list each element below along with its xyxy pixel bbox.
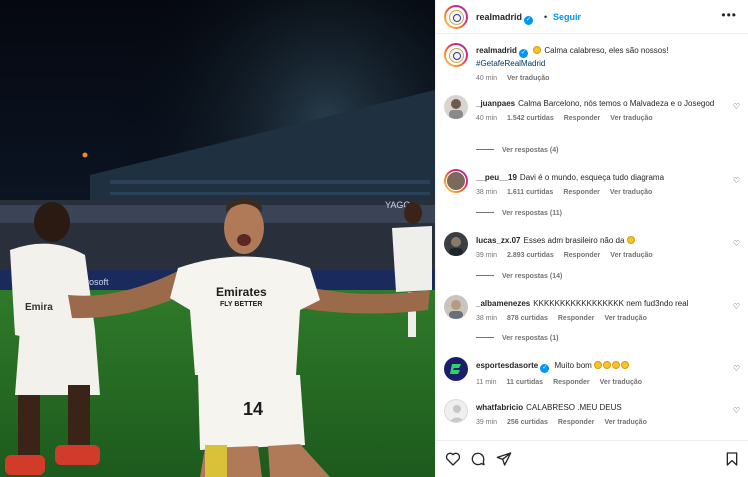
comment-text: Esses adm brasileiro não da xyxy=(523,236,625,245)
comment-likes[interactable]: 256 curtidas xyxy=(507,419,548,426)
comment-username[interactable]: esportesdasorte ✓ xyxy=(476,361,550,373)
comment-like-icon[interactable]: ♡ xyxy=(733,406,740,415)
commenter-avatar[interactable] xyxy=(444,399,468,423)
comment-likes[interactable]: 878 curtidas xyxy=(507,315,548,322)
author-avatar[interactable] xyxy=(444,5,468,29)
translate-link[interactable]: Ver tradução xyxy=(604,315,646,322)
comment-like-icon[interactable]: ♡ xyxy=(733,302,740,311)
comment-text: KKKKKKKKKKKKKKKKK nem fud3ndo real xyxy=(533,299,689,308)
caption-username[interactable]: realmadrid ✓ xyxy=(476,46,528,58)
comment-time: 40 min xyxy=(476,115,498,122)
view-replies-button[interactable]: Ver respostas (4) xyxy=(476,147,558,154)
translate-link[interactable]: Ver tradução xyxy=(610,252,652,259)
left-player-sponsor: Emira xyxy=(25,302,53,313)
reply-button[interactable]: Responder xyxy=(564,252,601,259)
comment-username[interactable]: whatfabricio xyxy=(476,403,523,412)
verified-badge-icon: ✓ xyxy=(540,364,550,373)
translate-link[interactable]: Ver tradução xyxy=(610,189,652,196)
replies-line xyxy=(476,275,494,276)
caption-hashtag[interactable]: #GetafeRealMadrid xyxy=(476,59,545,68)
view-replies-button[interactable]: Ver respostas (11) xyxy=(476,210,562,217)
comment-text: Muito bom xyxy=(554,361,592,370)
reply-button[interactable]: Responder xyxy=(558,315,595,322)
comment-text: Calma Barcelono, nós temos o Malvadeza e… xyxy=(518,99,715,108)
comment-likes[interactable]: 11 curtidas xyxy=(507,379,544,386)
replies-line xyxy=(476,337,494,338)
shirt-sponsor-tagline: FLY BETTER xyxy=(220,301,262,308)
heart-icon[interactable] xyxy=(445,451,461,467)
more-options-icon[interactable]: ••• xyxy=(721,8,737,22)
laughing-emoji-icon xyxy=(621,361,630,369)
caption-time: 40 min xyxy=(476,75,498,82)
comment-text: CALABRESO .MEU DEUS xyxy=(526,403,622,412)
laughing-emoji-icon xyxy=(626,236,635,244)
verified-badge-icon: ✓ xyxy=(518,49,528,58)
translate-link[interactable]: Ver tradução xyxy=(600,379,642,386)
shirt-sponsor: Emirates xyxy=(216,285,267,299)
translate-link[interactable]: Ver tradução xyxy=(610,115,652,122)
laughing-emoji-icon xyxy=(612,361,621,369)
comment-likes[interactable]: 1.611 curtidas xyxy=(507,189,553,196)
club-crest-icon xyxy=(448,47,464,63)
commenter-avatar[interactable] xyxy=(444,357,468,381)
smile-emoji-icon xyxy=(533,46,542,54)
comment-likes[interactable]: 1.542 curtidas xyxy=(507,115,554,122)
comment-text: Davi é o mundo, esqueça tudo diagrama xyxy=(519,173,665,182)
shorts-number: 14 xyxy=(243,399,263,419)
comment-icon[interactable] xyxy=(470,451,486,467)
commenter-avatar[interactable] xyxy=(444,295,468,319)
author-username[interactable]: realmadrid ✓ xyxy=(476,12,534,25)
comment-username[interactable]: _juanpaes xyxy=(476,99,515,108)
follow-button[interactable]: Seguir xyxy=(553,12,581,22)
verified-badge-icon: ✓ xyxy=(524,16,534,25)
reply-button[interactable]: Responder xyxy=(558,419,595,426)
laughing-emoji-icon xyxy=(603,361,612,369)
comment-time: 38 min xyxy=(476,315,498,322)
comment-like-icon[interactable]: ♡ xyxy=(733,102,740,111)
commenter-avatar[interactable] xyxy=(444,232,468,256)
reply-button[interactable]: Responder xyxy=(563,189,600,196)
caption-translate-link[interactable]: Ver tradução xyxy=(507,75,549,82)
separator-dot: • xyxy=(544,12,548,22)
comment-username[interactable]: __peu__19 xyxy=(476,173,517,182)
post-side-panel: realmadrid ✓ • Seguir ••• realmadrid ✓ Cal… xyxy=(435,0,748,477)
comment-like-icon[interactable]: ♡ xyxy=(733,239,740,248)
comment-like-icon[interactable]: ♡ xyxy=(733,176,740,185)
replies-line xyxy=(476,212,494,213)
comment-username[interactable]: lucas_zx.07 xyxy=(476,236,520,245)
comment-likes[interactable]: 2.893 curtidas xyxy=(507,252,554,259)
post-actions-bar xyxy=(436,440,748,477)
comment-time: 38 min xyxy=(476,189,498,196)
comment-time: 39 min xyxy=(476,252,498,259)
comment-username[interactable]: _albamenezes xyxy=(476,299,530,308)
translate-link[interactable]: Ver tradução xyxy=(604,419,646,426)
bookmark-icon[interactable] xyxy=(724,451,740,467)
caption-text: Calma calabreso, eles são nossos! xyxy=(544,46,669,55)
view-replies-button[interactable]: Ver respostas (1) xyxy=(476,335,558,342)
reply-button[interactable]: Responder xyxy=(564,115,601,122)
club-crest-icon xyxy=(448,9,464,25)
replies-line xyxy=(476,149,494,150)
comment-time: 11 min xyxy=(476,379,497,386)
laughing-emoji-icon xyxy=(594,361,603,369)
view-replies-button[interactable]: Ver respostas (14) xyxy=(476,273,562,280)
instagram-post-view: Microsoft YAGO Emira Emirates FLY BETTER… xyxy=(0,0,748,477)
comments-list[interactable]: realmadrid ✓ Calma calabreso, eles são no… xyxy=(436,35,748,440)
commenter-avatar[interactable] xyxy=(444,169,468,193)
comment-like-icon[interactable]: ♡ xyxy=(733,364,740,373)
comment-time: 39 min xyxy=(476,419,498,426)
reply-button[interactable]: Responder xyxy=(553,379,590,386)
post-photo[interactable]: Microsoft YAGO Emira Emirates FLY BETTER… xyxy=(0,0,435,477)
caption-avatar[interactable] xyxy=(444,43,468,67)
share-icon[interactable] xyxy=(496,451,512,467)
commenter-avatar[interactable] xyxy=(444,95,468,119)
post-header: realmadrid ✓ • Seguir ••• xyxy=(436,0,748,34)
